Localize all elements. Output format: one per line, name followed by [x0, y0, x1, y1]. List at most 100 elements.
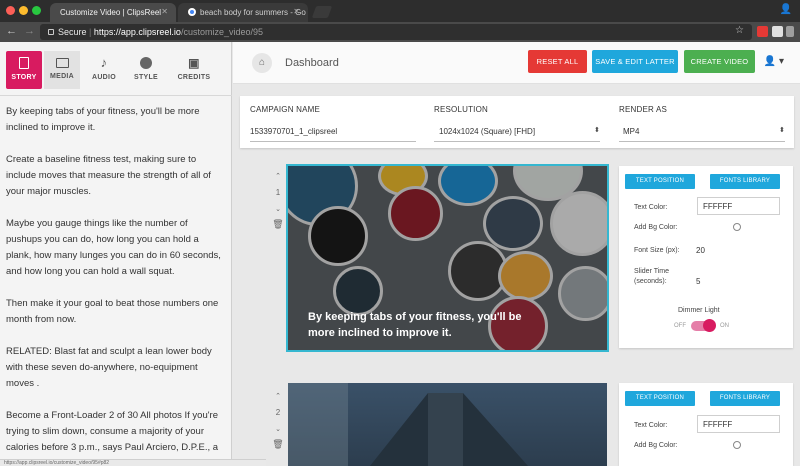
secure-label: Secure	[58, 27, 87, 37]
move-up-icon[interactable]: ⌃	[271, 392, 285, 400]
nav-label: MEDIA	[49, 73, 75, 80]
editor-nav: STORY MEDIA ♪ AUDIO STYLE ▣ CREDITS	[0, 42, 232, 96]
lock-icon	[48, 29, 54, 35]
nav-style[interactable]: STYLE	[128, 51, 164, 89]
link-status-bar: https://app.clipsreel.io/customize_video…	[0, 459, 266, 466]
breadcrumb[interactable]: Dashboard	[285, 57, 339, 69]
close-window-button[interactable]	[6, 6, 15, 15]
slide-options-panel: TEXT POSITION FONTS LIBRARY Text Color: …	[619, 383, 793, 466]
home-icon[interactable]: ⌂	[252, 53, 272, 73]
resolution-label: RESOLUTION	[434, 105, 489, 114]
toggle-knob	[703, 319, 716, 332]
story-paragraph: Become a Front-Loader 2 of 30 All photos…	[6, 410, 219, 466]
campaign-name-input[interactable]: 1533970701_1_clipsreel	[250, 127, 337, 136]
slide-caption[interactable]: By keeping tabs of your fitness, you'll …	[308, 309, 538, 341]
save-edit-later-button[interactable]: SAVE & EDIT LATTER	[592, 50, 678, 73]
add-bg-color-checkbox[interactable]	[733, 441, 741, 449]
address-bar-row: ← → Secure | https://app.clipsreel.io/cu…	[0, 22, 800, 42]
close-tab-icon[interactable]: ✕	[293, 7, 300, 16]
text-position-button[interactable]: TEXT POSITION	[625, 391, 695, 406]
credits-icon: ▣	[188, 56, 200, 70]
move-up-icon[interactable]: ⌃	[271, 172, 285, 180]
audio-icon: ♪	[100, 55, 108, 70]
nav-media[interactable]: MEDIA	[44, 51, 80, 89]
page-header: ⌂ Dashboard RESET ALL SAVE & EDIT LATTER…	[233, 42, 800, 84]
new-tab-button[interactable]	[311, 6, 333, 18]
tab-title: beach body for summers - Go	[200, 8, 306, 17]
resolution-select[interactable]: 1024x1024 (Square) [FHD]	[439, 127, 535, 136]
zoom-window-button[interactable]	[32, 6, 41, 15]
minimize-window-button[interactable]	[19, 6, 28, 15]
close-tab-icon[interactable]: ✕	[161, 7, 168, 16]
nav-label: STYLE	[133, 74, 159, 81]
input-underline	[619, 141, 785, 142]
input-underline	[250, 141, 416, 142]
fonts-library-button[interactable]: FONTS LIBRARY	[710, 391, 780, 406]
slide-number: 1	[275, 188, 281, 197]
user-menu-icon[interactable]: 👤 ▾	[764, 56, 784, 67]
story-paragraph: Then make it your goal to beat those num…	[6, 298, 219, 325]
back-arrow-icon[interactable]: ←	[6, 25, 17, 37]
browser-profile-icon[interactable]: 👤	[780, 4, 792, 15]
add-bg-color-label: Add Bg Color:	[634, 224, 678, 231]
extension-icon[interactable]	[772, 26, 783, 37]
style-icon	[140, 57, 152, 69]
nav-label: AUDIO	[91, 74, 117, 81]
text-color-label: Text Color:	[634, 204, 668, 211]
add-bg-color-checkbox[interactable]	[733, 223, 741, 231]
select-caret-icon: ⬍	[779, 127, 785, 134]
nav-label: STORY	[11, 74, 37, 81]
fonts-library-button[interactable]: FONTS LIBRARY	[710, 174, 780, 189]
browser-tab-google[interactable]: beach body for summers - Go ✕	[178, 3, 308, 22]
extension-adblock-icon[interactable]	[757, 26, 768, 37]
story-paragraph: By keeping tabs of your fitness, you'll …	[6, 106, 200, 133]
url-input[interactable]: Secure | https://app.clipsreel.io/custom…	[40, 24, 752, 40]
slide-preview[interactable]	[288, 383, 607, 466]
select-caret-icon: ⬍	[594, 127, 600, 134]
move-down-icon[interactable]: ⌄	[271, 425, 285, 433]
extension-icon[interactable]	[786, 26, 794, 37]
input-underline	[434, 141, 600, 142]
tab-title: Customize Video | ClipsReel	[60, 8, 162, 17]
text-position-button[interactable]: TEXT POSITION	[625, 174, 695, 189]
nav-story[interactable]: STORY	[6, 51, 42, 89]
nav-audio[interactable]: ♪ AUDIO	[86, 51, 122, 89]
slide-controls: ⌃ 1 ⌄ 🗑	[271, 172, 285, 230]
story-icon	[19, 57, 29, 69]
browser-tab-bar: Customize Video | ClipsReel ✕ beach body…	[0, 0, 800, 22]
media-icon	[55, 58, 69, 68]
create-video-button[interactable]: CREATE VIDEO	[684, 50, 755, 73]
url-host: https://app.clipsreel.io	[93, 27, 181, 37]
text-color-label: Text Color:	[634, 422, 668, 429]
font-size-input[interactable]: 20	[696, 246, 705, 255]
bookmark-star-icon[interactable]: ☆	[735, 25, 744, 36]
slide-options-panel: TEXT POSITION FONTS LIBRARY Text Color: …	[619, 166, 793, 348]
toggle-on-label: ON	[720, 323, 729, 329]
render-as-select[interactable]: MP4	[623, 127, 639, 136]
font-size-label: Font Size (px):	[634, 247, 680, 254]
building-silhouette	[288, 383, 528, 466]
browser-tab-clipsreel[interactable]: Customize Video | ClipsReel ✕	[50, 3, 176, 22]
delete-slide-icon[interactable]: 🗑	[271, 439, 285, 450]
reset-all-button[interactable]: RESET ALL	[528, 50, 587, 73]
delete-slide-icon[interactable]: 🗑	[271, 219, 285, 230]
slide-preview[interactable]: By keeping tabs of your fitness, you'll …	[286, 164, 609, 352]
slide-controls: ⌃ 2 ⌄ 🗑	[271, 392, 285, 450]
move-down-icon[interactable]: ⌄	[271, 205, 285, 213]
text-color-input[interactable]: FFFFFF	[697, 415, 780, 433]
nav-label: CREDITS	[177, 74, 211, 81]
slider-time-input[interactable]: 5	[696, 277, 700, 286]
nav-credits[interactable]: ▣ CREDITS	[174, 51, 214, 89]
story-paragraph: Create a baseline fitness test, making s…	[6, 154, 211, 197]
story-text[interactable]: By keeping tabs of your fitness, you'll …	[6, 104, 224, 466]
text-color-input[interactable]: FFFFFF	[697, 197, 780, 215]
toggle-off-label: OFF	[674, 323, 686, 329]
campaign-name-label: CAMPAIGN NAME	[250, 105, 321, 114]
forward-arrow-icon[interactable]: →	[24, 25, 35, 37]
add-bg-color-label: Add Bg Color:	[634, 442, 678, 449]
slider-time-label: Slider Time (seconds):	[634, 268, 670, 285]
story-panel: STORY MEDIA ♪ AUDIO STYLE ▣ CREDITS By k…	[0, 42, 232, 466]
dimmer-light-toggle[interactable]	[691, 319, 716, 332]
dimmer-light-label: Dimmer Light	[678, 307, 720, 314]
story-paragraph: Maybe you gauge things like the number o…	[6, 218, 221, 277]
